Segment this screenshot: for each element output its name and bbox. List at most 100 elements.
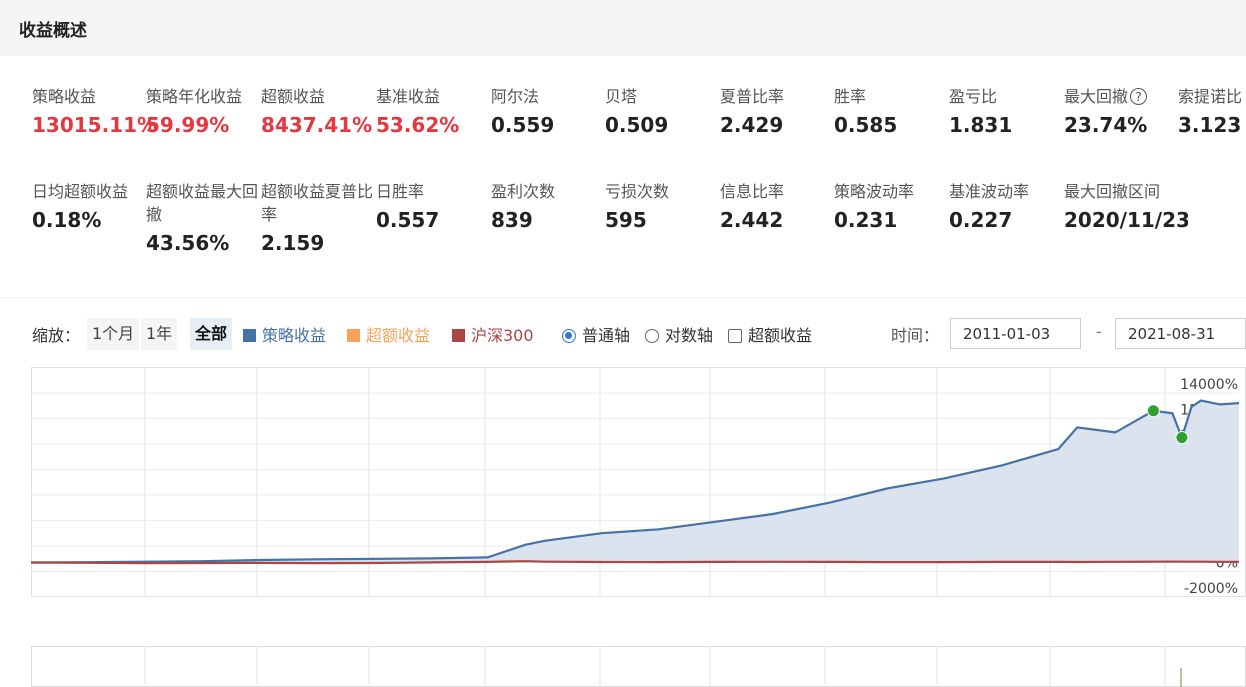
zoom-all-button[interactable]: 全部 — [190, 318, 233, 350]
metric-label: 最大回撤区间 — [1064, 182, 1161, 201]
metric-label-row: 日均超额收益 — [32, 180, 156, 203]
returns-chart[interactable]: 14000%12000%10000%8000%6000%4000%2000%0%… — [31, 367, 1246, 597]
radio-unchecked-icon[interactable] — [645, 329, 659, 343]
secondary-chart — [31, 646, 1246, 687]
drawdown-marker — [1146, 404, 1160, 418]
excess-return-option[interactable]: 超额收益 — [728, 322, 812, 346]
metric-metrics_row2-6: 信息比率 2.442 — [720, 180, 844, 232]
metric-label: 策略年化收益 — [146, 87, 243, 106]
metric-value: 0.557 — [376, 208, 440, 232]
metric-label-row: 基准波动率 — [949, 180, 1073, 203]
drawdown-marker — [1175, 431, 1189, 445]
start-date-input[interactable] — [950, 318, 1081, 349]
zoom-1month-button[interactable]: 1个月 — [87, 318, 140, 350]
strategy-area — [31, 400, 1239, 563]
legend-strategy-swatch — [243, 329, 256, 342]
metric-value: 839 — [491, 208, 533, 232]
y-tick-label: -2000% — [1184, 581, 1238, 597]
metric-value: 3.123 — [1178, 113, 1242, 137]
metric-metrics_row1-10: 索提诺比 3.123 — [1178, 85, 1246, 137]
legend-excess-label: 超额收益 — [366, 326, 431, 345]
help-icon[interactable]: ? — [1130, 88, 1148, 105]
metric-value: 2020/11/23,2021 — [1064, 208, 1188, 232]
time-label: 时间： — [891, 326, 940, 345]
metric-metrics_row1-5: 贝塔 0.509 — [605, 85, 729, 137]
metric-value: 0.227 — [949, 208, 1013, 232]
metric-metrics_row1-8: 盈亏比 1.831 — [949, 85, 1073, 137]
metric-label: 基准波动率 — [949, 182, 1030, 201]
metric-value: 23.74% — [1064, 113, 1148, 137]
metric-value: 1.831 — [949, 113, 1013, 137]
metric-metrics_row1-3: 基准收益 53.62% — [376, 85, 500, 137]
zoom-label: 缩放： — [32, 326, 81, 345]
metric-value: 2.159 — [261, 231, 325, 255]
metric-label-row: 阿尔法 — [491, 85, 615, 108]
metric-value: 53.62% — [376, 113, 460, 137]
metric-label-row: 信息比率 — [720, 180, 844, 203]
metric-label: 阿尔法 — [491, 87, 540, 106]
metric-label: 胜率 — [834, 87, 867, 106]
metric-label: 盈利次数 — [491, 182, 556, 201]
metric-label: 贝塔 — [605, 87, 638, 106]
legend-excess[interactable]: 超额收益 — [347, 322, 430, 346]
metric-value: 59.99% — [146, 113, 230, 137]
metric-label-row: 日胜率 — [376, 180, 500, 203]
metric-value: 2.429 — [720, 113, 784, 137]
metric-label: 超额收益 — [261, 87, 326, 106]
excess-return-label: 超额收益 — [748, 326, 813, 345]
radio-checked-icon[interactable] — [562, 329, 576, 343]
section-title: 收益概述 — [19, 21, 87, 41]
metric-metrics_row2-2: 超额收益夏普比率 2.159 — [261, 180, 385, 255]
end-date-input[interactable] — [1115, 318, 1246, 349]
metric-value: 13015.11% — [32, 113, 156, 137]
metric-label-row: 策略波动率 — [834, 180, 958, 203]
metric-metrics_row2-5: 亏损次数 595 — [605, 180, 729, 232]
zoom-1year-button[interactable]: 1年 — [141, 318, 178, 350]
metric-label-row: 索提诺比 — [1178, 85, 1246, 108]
date-separator: - — [1096, 322, 1102, 341]
metric-value: 0.559 — [491, 113, 555, 137]
chart2-border — [31, 646, 1246, 687]
axis-normal-option[interactable]: 普通轴 — [562, 322, 630, 346]
legend-benchmark[interactable]: 沪深300 — [452, 322, 534, 346]
metric-label-row: 超额收益 — [261, 85, 385, 108]
checkbox-icon[interactable] — [728, 329, 742, 343]
metric-label-row: 最大回撤区间 — [1064, 180, 1188, 203]
metric-label-row: 超额收益夏普比率 — [261, 180, 385, 226]
legend-strategy-label: 策略收益 — [262, 326, 327, 345]
metric-label-row: 超额收益最大回撤 — [146, 180, 270, 226]
metric-metrics_row1-6: 夏普比率 2.429 — [720, 85, 844, 137]
metric-metrics_row2-0: 日均超额收益 0.18% — [32, 180, 156, 232]
axis-log-option[interactable]: 对数轴 — [645, 322, 713, 346]
metric-value: 0.18% — [32, 208, 102, 232]
divider — [0, 297, 1246, 298]
metric-metrics_row1-2: 超额收益 8437.41% — [261, 85, 385, 137]
metric-metrics_row1-4: 阿尔法 0.559 — [491, 85, 615, 137]
metric-label-row: 策略收益 — [32, 85, 156, 108]
metric-value: 0.585 — [834, 113, 898, 137]
legend-benchmark-label: 沪深300 — [471, 326, 534, 345]
metric-label: 索提诺比 — [1178, 87, 1243, 106]
legend-strategy[interactable]: 策略收益 — [243, 322, 326, 346]
axis-log-label: 对数轴 — [665, 326, 714, 345]
metric-label: 超额收益最大回撤 — [146, 182, 259, 224]
metric-metrics_row2-7: 策略波动率 0.231 — [834, 180, 958, 232]
metric-metrics_row1-1: 策略年化收益 59.99% — [146, 85, 270, 137]
metric-label: 亏损次数 — [605, 182, 670, 201]
metric-label: 信息比率 — [720, 182, 785, 201]
metric-label: 策略收益 — [32, 87, 97, 106]
metric-label-row: 夏普比率 — [720, 85, 844, 108]
metric-label: 基准收益 — [376, 87, 441, 106]
metric-metrics_row2-3: 日胜率 0.557 — [376, 180, 500, 232]
y-tick-label: 14000% — [1180, 377, 1238, 393]
metric-value: 0.509 — [605, 113, 669, 137]
metric-label-row: 最大回撤? — [1064, 85, 1188, 108]
metric-label: 盈亏比 — [949, 87, 998, 106]
metric-label: 策略波动率 — [834, 182, 915, 201]
metric-metrics_row1-7: 胜率 0.585 — [834, 85, 958, 137]
chart-toolbar: 缩放： 1个月 1年 全部 策略收益 超额收益 沪深300 普通轴 对数轴 超额… — [0, 318, 1246, 350]
metric-metrics_row2-8: 基准波动率 0.227 — [949, 180, 1073, 232]
legend-benchmark-swatch — [452, 329, 465, 342]
metric-label: 日均超额收益 — [32, 182, 129, 201]
metric-label-row: 盈利次数 — [491, 180, 615, 203]
